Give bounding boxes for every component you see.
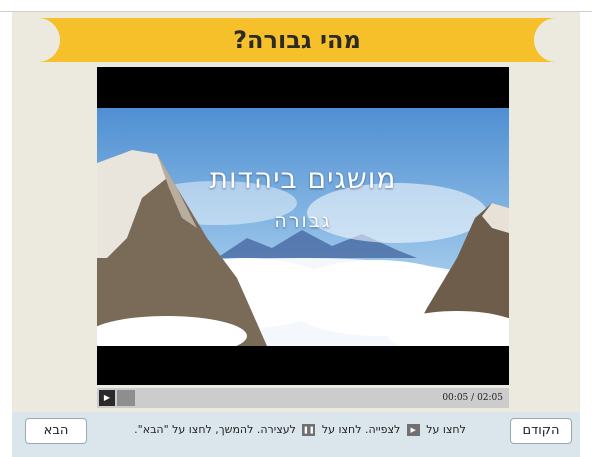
duration: 02:05: [477, 393, 503, 403]
play-icon[interactable]: ▶: [99, 390, 115, 406]
play-icon: ▶: [406, 424, 420, 436]
page-title: מהי גבורה?: [233, 26, 361, 54]
instr-part2: לצפייה. לחצו על: [321, 423, 401, 436]
video-title: מושגים ביהדות: [209, 162, 397, 195]
video-subtitle: גבורה: [274, 210, 332, 232]
pause-icon: ❚❚: [302, 424, 316, 436]
current-time: 00:05: [442, 393, 469, 403]
instr-part1: לחצו על: [426, 423, 466, 436]
prev-button[interactable]: הקודם: [510, 418, 572, 444]
seek-bar-played[interactable]: [117, 390, 135, 406]
video-frame[interactable]: מושגים ביהדות גבורה: [97, 108, 509, 346]
time-readout: 00:05 / 02:05: [442, 388, 503, 408]
next-button[interactable]: הבא: [25, 418, 87, 444]
time-separator: /: [471, 393, 475, 403]
instructions: לחצו על ▶ לצפייה. לחצו על ❚❚ לעצירה. להמ…: [95, 421, 505, 439]
player-controls: ▶ 00:05 / 02:05: [97, 388, 509, 408]
instr-part3: לעצירה. להמשך, לחצו על "הבא".: [134, 423, 296, 436]
